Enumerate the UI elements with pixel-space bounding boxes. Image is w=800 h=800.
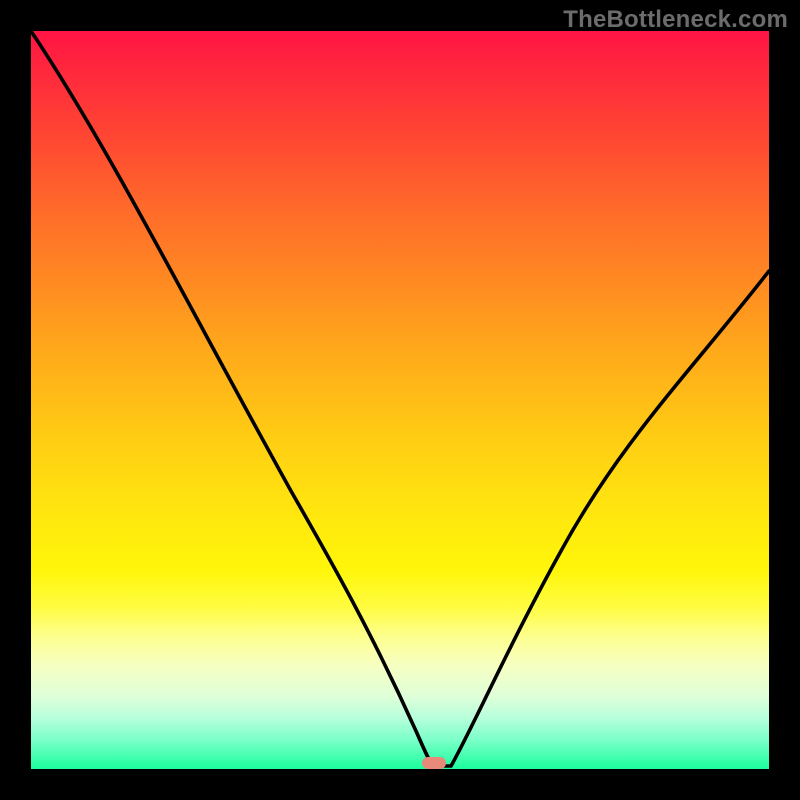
curve-path bbox=[31, 31, 769, 766]
bottleneck-curve bbox=[31, 31, 769, 769]
plot-area bbox=[31, 31, 769, 769]
watermark-text: TheBottleneck.com bbox=[563, 6, 788, 34]
optimal-marker bbox=[422, 757, 446, 769]
chart-frame: TheBottleneck.com bbox=[0, 0, 800, 800]
